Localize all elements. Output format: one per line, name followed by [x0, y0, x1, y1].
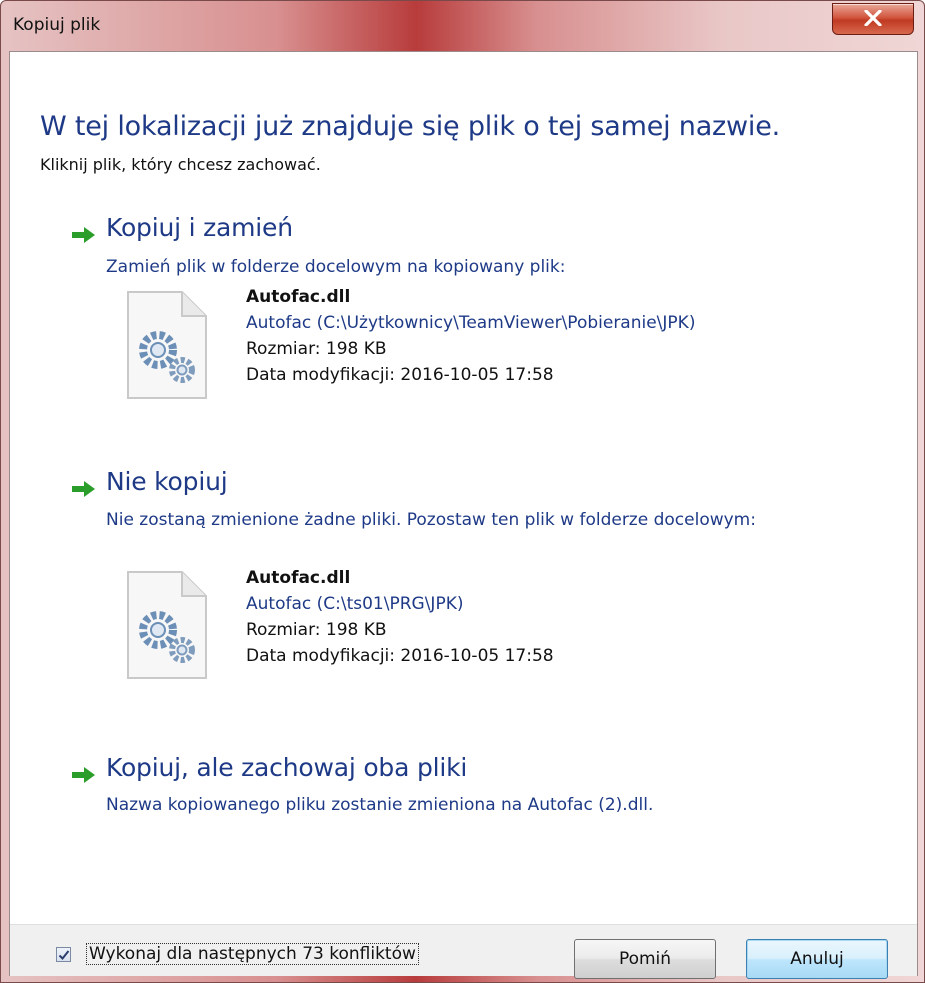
apply-to-all-checkbox[interactable] — [56, 947, 71, 962]
dll-gear-file-icon — [127, 571, 207, 679]
title-bar[interactable]: Kopiuj plik — [1, 1, 925, 51]
window-title: Kopiuj plik — [13, 15, 101, 35]
file-modified: Data modyfikacji: 2016-10-05 17:58 — [246, 365, 554, 385]
option-title: Kopiuj, ale zachowaj oba pliki — [106, 753, 468, 782]
file-name: Autofac.dll — [246, 287, 351, 307]
file-size: Rozmiar: 198 KB — [246, 339, 387, 359]
dialog-subheading: Kliknij plik, który chcesz zachować. — [40, 155, 321, 174]
dll-gear-file-icon — [127, 291, 207, 399]
close-icon — [864, 10, 882, 26]
green-arrow-icon — [72, 481, 95, 497]
file-name: Autofac.dll — [246, 568, 351, 588]
option-title: Nie kopiuj — [106, 467, 228, 496]
option-description: Nie zostaną zmienione żadne pliki. Pozos… — [106, 510, 756, 530]
apply-to-all-label[interactable]: Wykonaj dla następnych 73 konfliktów — [86, 943, 419, 965]
file-modified: Data modyfikacji: 2016-10-05 17:58 — [246, 646, 554, 666]
dialog-heading: W tej lokalizacji już znajduje się plik … — [40, 111, 781, 142]
skip-button[interactable]: Pomiń — [574, 939, 716, 979]
file-path: Autofac (C:\Użytkownicy\TeamViewer\Pobie… — [246, 313, 696, 333]
file-size: Rozmiar: 198 KB — [246, 620, 387, 640]
cancel-button[interactable]: Anuluj — [746, 939, 888, 979]
green-arrow-icon — [72, 227, 95, 243]
checkmark-icon — [58, 950, 70, 960]
dialog-window: Kopiuj plik W tej lokalizacji już znajdu… — [0, 0, 925, 983]
option-description: Zamień plik w folderze docelowym na kopi… — [106, 257, 566, 277]
option-description: Nazwa kopiowanego pliku zostanie zmienio… — [106, 795, 654, 815]
option-title: Kopiuj i zamień — [106, 213, 293, 242]
dialog-content: W tej lokalizacji już znajduje się plik … — [9, 51, 918, 979]
file-path: Autofac (C:\ts01\PRG\JPK) — [246, 594, 464, 614]
dialog-footer: Wykonaj dla następnych 73 konfliktów Pom… — [10, 924, 917, 979]
green-arrow-icon — [72, 767, 95, 783]
close-button[interactable] — [832, 3, 914, 35]
